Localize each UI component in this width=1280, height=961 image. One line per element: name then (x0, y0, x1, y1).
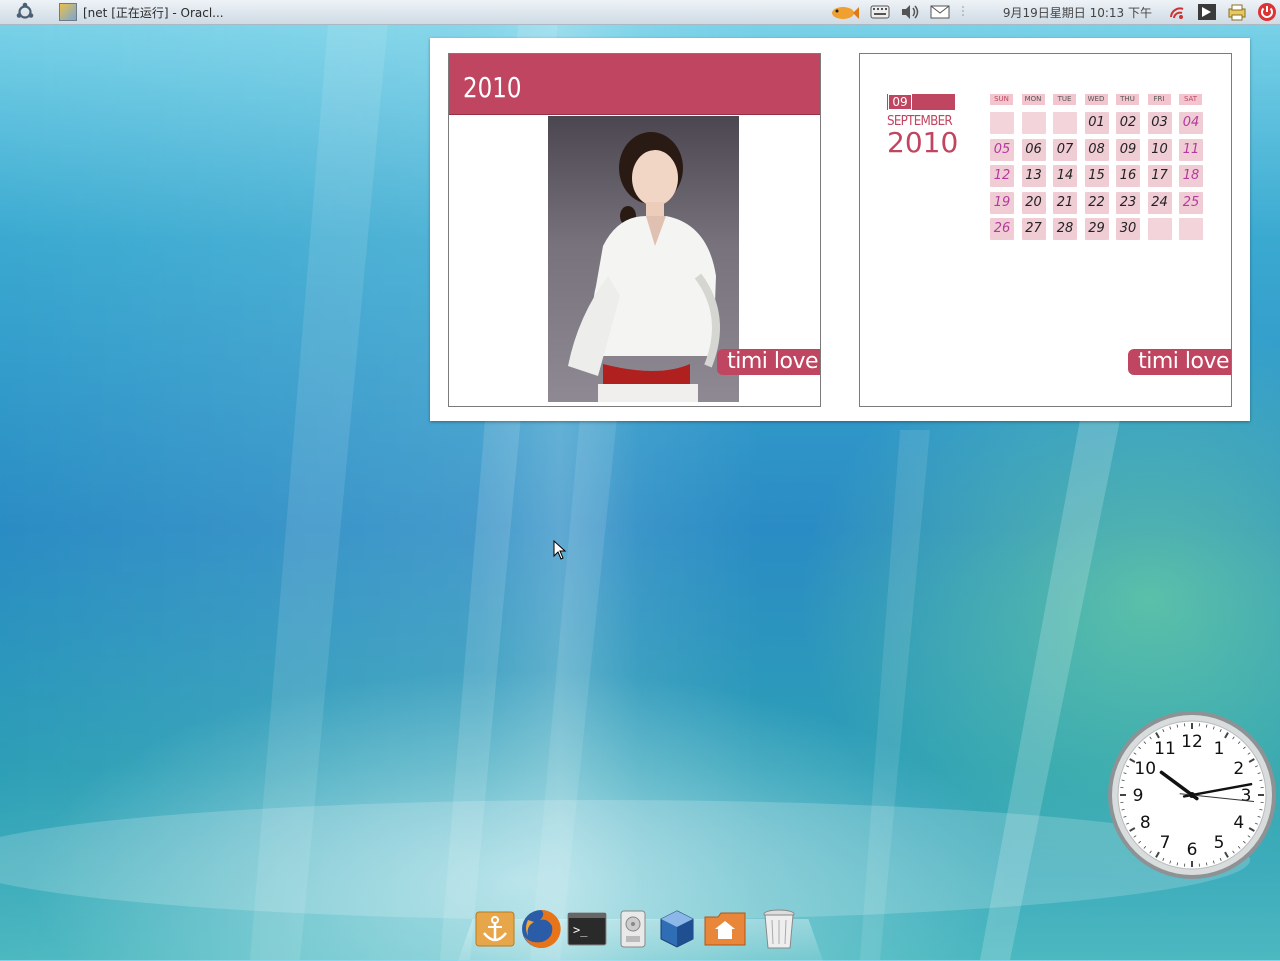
day-cell[interactable]: 25 (1179, 192, 1203, 214)
analog-clock-widget[interactable]: 12 12 3 45678 9 1011 (1107, 710, 1277, 880)
calendar-widget[interactable]: 2010 (430, 38, 1250, 421)
weekday-header: SUN (990, 94, 1013, 105)
timi-love-tag: timi love (717, 349, 820, 375)
day-cell[interactable]: 09 (1116, 139, 1140, 161)
day-cell[interactable]: 01 (1085, 112, 1109, 134)
day-cell[interactable]: 20 (1022, 192, 1046, 214)
taskbar-window-title: [net [正在运行] - Oracl... (83, 4, 224, 21)
calendar-month-page: 09 SEPTEMBER 2010 SUN MON TUE WED THU FR… (859, 53, 1232, 407)
weekday-header: THU (1116, 94, 1139, 105)
day-cell[interactable]: 19 (990, 192, 1014, 214)
disk-icon[interactable] (612, 908, 654, 950)
terminal-icon[interactable]: >_ (566, 908, 608, 950)
day-cell[interactable]: 05 (990, 139, 1014, 161)
firefox-icon[interactable] (520, 908, 562, 950)
panel-clock[interactable]: 9月19日星期日 10:13 下午 (1003, 4, 1152, 21)
calendar-photo-page: 2010 (448, 53, 821, 407)
day-cell[interactable]: 16 (1116, 165, 1140, 187)
weekday-header: SAT (1179, 94, 1202, 105)
day-cell[interactable]: 18 (1179, 165, 1203, 187)
clock-numeral: 6 (1187, 840, 1198, 860)
day-cell-empty (1148, 218, 1172, 240)
day-cell[interactable]: 28 (1053, 218, 1077, 240)
clock-numeral: 7 (1160, 833, 1171, 853)
weekday-header: MON (1022, 94, 1045, 105)
day-cell[interactable]: 08 (1085, 139, 1109, 161)
day-cell[interactable]: 27 (1022, 218, 1046, 240)
clock-numeral: 8 (1140, 813, 1151, 833)
day-cell[interactable]: 13 (1022, 165, 1046, 187)
mail-icon[interactable] (929, 2, 951, 22)
day-cell[interactable]: 02 (1116, 112, 1140, 134)
day-cell[interactable]: 10 (1148, 139, 1172, 161)
day-cell[interactable]: 21 (1053, 192, 1077, 214)
weekday-header: TUE (1053, 94, 1076, 105)
timi-love-tag: timi love (1128, 349, 1231, 375)
virtualbox-window-icon (59, 3, 77, 21)
day-cell[interactable]: 11 (1179, 139, 1203, 161)
month-header: 09 SEPTEMBER 2010 (887, 94, 955, 157)
network-wireless-icon[interactable] (1166, 2, 1188, 22)
day-cell[interactable]: 15 (1085, 165, 1109, 187)
day-cell[interactable]: 30 (1116, 218, 1140, 240)
month-number: 09 (888, 94, 912, 110)
clock-numeral: 1 (1214, 739, 1225, 759)
separator-icon (959, 2, 967, 22)
mouse-cursor-icon (553, 540, 567, 560)
day-cell-empty (1179, 218, 1203, 240)
volume-icon[interactable] (899, 2, 921, 22)
day-cell-empty (990, 112, 1014, 134)
day-cell[interactable]: 04 (1179, 112, 1203, 134)
top-panel: [net [正在运行] - Oracl... 9月19日星期日 10:13 下午 (0, 0, 1280, 25)
virtualbox-icon[interactable] (656, 908, 698, 950)
svg-text:>_: >_ (573, 923, 588, 937)
weekday-header: FRI (1148, 94, 1171, 105)
month-year: 2010 (887, 129, 955, 157)
clock-numeral: 2 (1233, 759, 1244, 779)
day-cell[interactable]: 23 (1116, 192, 1140, 214)
ubuntu-menu-icon[interactable] (13, 0, 37, 24)
clock-numeral: 3 (1241, 786, 1252, 806)
power-icon[interactable] (1256, 2, 1278, 22)
day-cell[interactable]: 26 (990, 218, 1014, 240)
dock: >_ (458, 905, 823, 960)
day-cell[interactable]: 17 (1148, 165, 1172, 187)
day-cell[interactable]: 06 (1022, 139, 1046, 161)
clock-numeral: 5 (1214, 833, 1225, 853)
anchor-icon[interactable] (474, 908, 516, 950)
day-cell[interactable]: 29 (1085, 218, 1109, 240)
day-cell[interactable]: 22 (1085, 192, 1109, 214)
day-cell[interactable]: 07 (1053, 139, 1077, 161)
printer-icon[interactable] (1226, 2, 1248, 22)
month-name: SEPTEMBER (887, 114, 950, 129)
day-cell[interactable]: 14 (1053, 165, 1077, 187)
day-cell[interactable]: 12 (990, 165, 1014, 187)
portrait-photo (548, 116, 739, 402)
day-cell-empty (1053, 112, 1077, 134)
clock-numeral: 12 (1181, 732, 1203, 752)
day-cell[interactable]: 03 (1148, 112, 1172, 134)
clock-numeral: 9 (1133, 786, 1144, 806)
clock-numeral: 11 (1154, 739, 1176, 759)
keyboard-icon[interactable] (869, 2, 891, 22)
weekday-header: WED (1085, 94, 1108, 105)
trash-icon[interactable] (758, 908, 800, 950)
year-banner: 2010 (449, 54, 820, 115)
clock-center-pin (1189, 792, 1195, 798)
update-notifier-icon[interactable] (1196, 2, 1218, 22)
home-folder-icon[interactable] (704, 908, 746, 950)
clock-numeral: 4 (1233, 813, 1244, 833)
day-cell[interactable]: 24 (1148, 192, 1172, 214)
taskbar-window-button[interactable]: [net [正在运行] - Oracl... (59, 3, 224, 21)
fish-applet-icon[interactable] (827, 2, 861, 22)
month-number-bar: 09 (887, 94, 955, 110)
day-cell-empty (1022, 112, 1046, 134)
clock-numeral: 10 (1134, 759, 1156, 779)
year-label: 2010 (463, 71, 521, 104)
